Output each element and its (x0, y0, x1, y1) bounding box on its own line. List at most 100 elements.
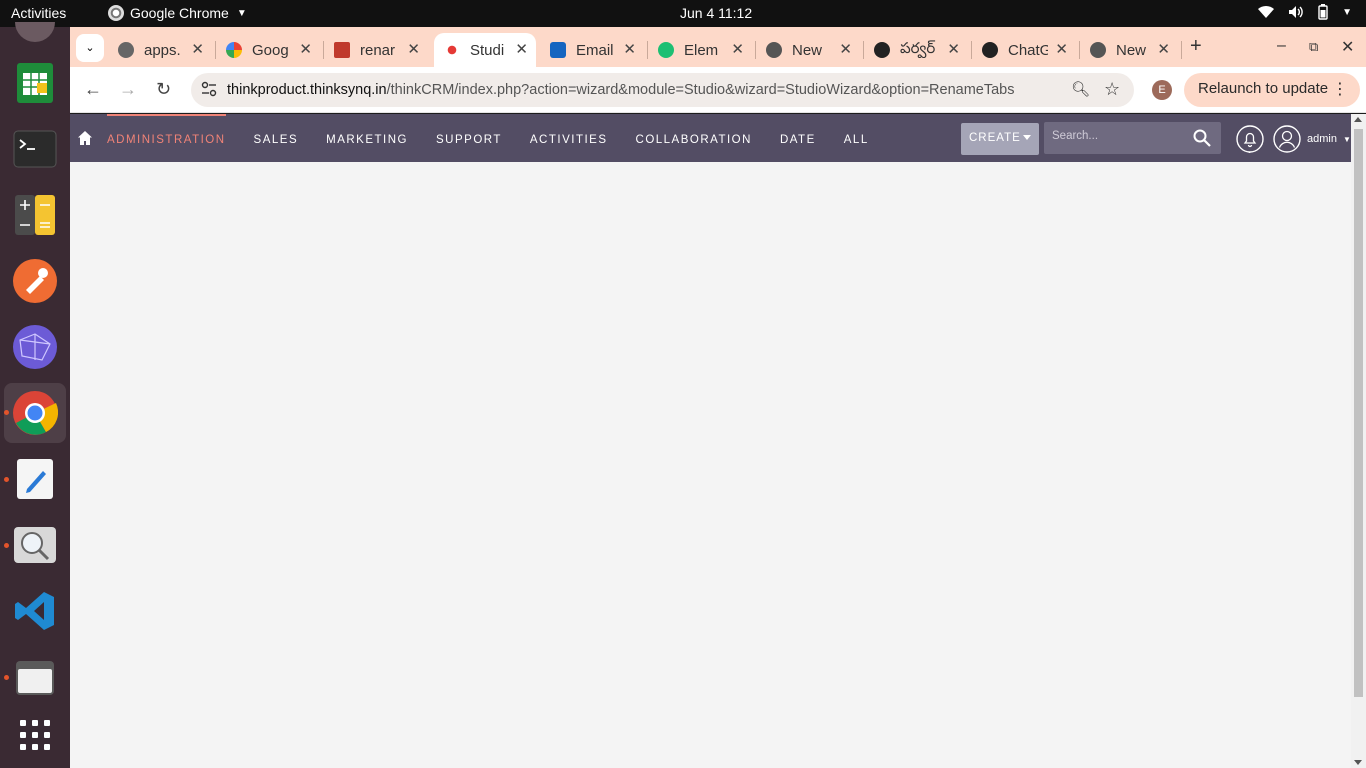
tab-item[interactable]: ChatG ✕ (974, 33, 1076, 67)
tab-separator (1181, 41, 1182, 59)
running-indicator (4, 477, 9, 482)
dock-item-terminal[interactable] (4, 119, 66, 179)
app-icon (15, 22, 55, 42)
bookmark-star-icon[interactable]: ☆ (1104, 79, 1120, 100)
tab-item[interactable]: apps. ✕ (110, 33, 212, 67)
minimize-button[interactable]: – (1277, 37, 1286, 55)
tab-separator (1079, 41, 1080, 59)
nav-collaboration[interactable]: COLLABORATION (622, 114, 766, 162)
address-bar[interactable]: thinkproduct.thinksynq.in/thinkCRM/index… (191, 73, 1134, 107)
browser-toolbar: ← → ↻ thinkproduct.thinksynq.in/thinkCRM… (70, 67, 1366, 113)
close-icon[interactable]: ✕ (1055, 40, 1068, 58)
close-icon[interactable]: ✕ (515, 40, 528, 58)
text-editor-icon (17, 459, 53, 499)
reload-button[interactable]: ↻ (156, 79, 171, 100)
tab-title: renar (360, 41, 396, 59)
zoom-icon[interactable]: 🔍︎ (1071, 80, 1090, 98)
openai-icon (874, 42, 890, 58)
app-menu[interactable]: Google Chrome ▼ (108, 5, 247, 21)
relaunch-button[interactable]: Relaunch to update ⋮ (1184, 73, 1360, 107)
dock-item-calculator[interactable] (4, 185, 66, 245)
create-button[interactable]: CREATE (961, 123, 1039, 155)
back-button[interactable]: ← (84, 79, 102, 100)
scrollbar-thumb[interactable] (1354, 129, 1363, 697)
dock-item-network[interactable] (4, 317, 66, 377)
tab-title: New (1116, 41, 1147, 59)
module-menu: ADMINISTRATION SALES MARKETING SUPPORT A… (107, 114, 883, 162)
scroll-down-arrow-icon[interactable] (1354, 760, 1362, 765)
forward-button[interactable]: → (119, 79, 137, 100)
tab-item[interactable]: Email ✕ (542, 33, 644, 67)
close-icon[interactable]: ✕ (191, 40, 204, 58)
url-text: thinkproduct.thinksynq.in/thinkCRM/index… (227, 82, 1014, 98)
tab-item[interactable]: New ✕ (758, 33, 860, 67)
tab-item[interactable]: renar ✕ (326, 33, 428, 67)
dock-item-text-editor[interactable] (4, 449, 66, 509)
tab-search-button[interactable]: ⌄ (76, 34, 104, 62)
nav-sales[interactable]: SALES (240, 114, 313, 162)
close-icon[interactable]: ✕ (623, 40, 636, 58)
dock (0, 22, 70, 768)
chevron-down-icon: ▼ (236, 7, 247, 19)
dock-item-partial[interactable] (4, 17, 66, 47)
studio-icon (444, 42, 460, 58)
calculator-icon (15, 195, 55, 235)
dock-item-chrome[interactable] (4, 383, 66, 443)
show-applications-button[interactable] (4, 705, 66, 765)
running-indicator (4, 675, 9, 680)
site-settings-icon[interactable] (201, 81, 217, 97)
tab-item-active[interactable]: Studi ✕ (434, 33, 536, 67)
plus-icon: + (1190, 35, 1202, 57)
battery-icon (1318, 4, 1328, 20)
restore-icon: ⧉ (1309, 39, 1319, 54)
reload-icon: ↻ (156, 79, 172, 99)
openai-icon (982, 42, 998, 58)
close-icon[interactable]: ✕ (947, 40, 960, 58)
spreadsheet-icon (17, 63, 53, 103)
search-input[interactable] (1052, 130, 1182, 142)
close-icon[interactable]: ✕ (299, 40, 312, 58)
restore-button[interactable]: ⧉ (1309, 39, 1318, 55)
dock-item-postman[interactable] (4, 251, 66, 311)
nav-marketing[interactable]: MARKETING (312, 114, 422, 162)
close-icon[interactable]: ✕ (731, 40, 744, 58)
system-tray[interactable]: ▼ (1258, 4, 1352, 20)
nav-date[interactable]: DATE (766, 114, 830, 162)
nav-activities[interactable]: ACTIVITIES (516, 114, 622, 162)
close-icon[interactable]: ✕ (1157, 40, 1170, 58)
dock-item-files[interactable] (4, 647, 66, 707)
tab-separator (215, 41, 216, 59)
tab-item[interactable]: New ✕ (1082, 33, 1178, 67)
app-name: Google Chrome (130, 5, 229, 21)
arrow-right-icon: → (119, 79, 137, 99)
search-icon[interactable] (1193, 129, 1211, 147)
nav-administration[interactable]: ADMINISTRATION (107, 114, 240, 162)
tab-title: పర్వర్ (900, 39, 936, 57)
dock-item-image-viewer[interactable] (4, 515, 66, 575)
home-icon[interactable] (77, 130, 93, 146)
user-avatar-icon (1273, 125, 1301, 153)
close-window-button[interactable]: ✕ (1341, 37, 1354, 57)
dock-item-calc[interactable] (4, 53, 66, 113)
user-menu[interactable]: admin ▼ (1273, 125, 1351, 153)
notifications-bell-icon[interactable] (1236, 125, 1264, 153)
nav-all[interactable]: ALL (830, 114, 883, 162)
nav-support[interactable]: SUPPORT (422, 114, 516, 162)
close-icon[interactable]: ✕ (407, 40, 420, 58)
scroll-up-arrow-icon[interactable] (1354, 117, 1362, 122)
chrome-icon (13, 391, 58, 435)
tab-item[interactable]: Elem ✕ (650, 33, 752, 67)
tab-item[interactable]: పర్వర్ ✕ (866, 33, 968, 67)
new-tab-button[interactable]: + (1190, 35, 1202, 58)
dock-item-vscode[interactable] (4, 581, 66, 641)
tab-title: Goog (252, 41, 289, 59)
clock[interactable]: Jun 4 11:12 (680, 5, 752, 21)
running-indicator (4, 543, 9, 548)
google-icon (226, 42, 242, 58)
arrow-left-icon: ← (84, 79, 102, 99)
tab-title: New (792, 41, 823, 59)
profile-avatar[interactable]: E (1152, 80, 1172, 100)
close-icon[interactable]: ✕ (839, 40, 852, 58)
tab-item[interactable]: Goog ✕ (218, 33, 320, 67)
vertical-scrollbar[interactable] (1351, 114, 1366, 768)
